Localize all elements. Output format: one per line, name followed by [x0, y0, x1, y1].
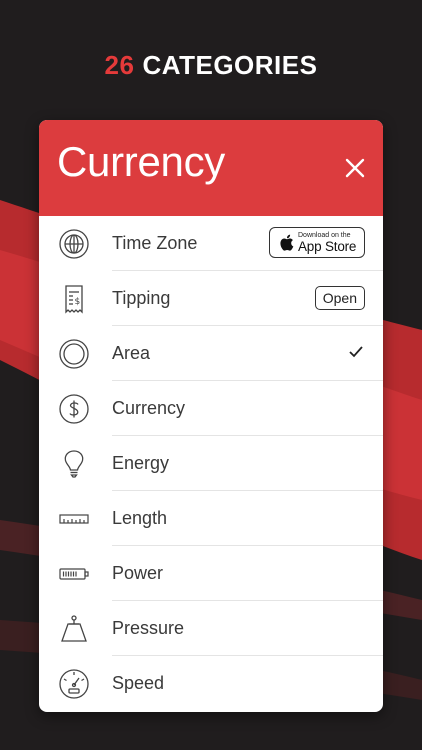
open-button[interactable]: Open — [314, 286, 365, 310]
card-title: Currency — [57, 138, 225, 185]
list-item-energy[interactable]: Energy — [39, 436, 383, 491]
row-label: Speed — [112, 673, 165, 693]
row-label: Time Zone — [112, 233, 198, 253]
checkmark-icon — [349, 346, 363, 358]
dollar-coin-icon — [58, 393, 90, 425]
list-item-area[interactable]: Area — [39, 326, 383, 381]
weight-icon — [58, 613, 90, 645]
card-header: Currency — [39, 120, 383, 216]
battery-icon — [58, 558, 90, 590]
row-label: Power — [112, 563, 164, 583]
close-icon[interactable] — [343, 156, 367, 180]
list-item-power[interactable]: Power — [39, 546, 383, 601]
category-count: 26 — [104, 50, 135, 80]
appstore-small-text: Download on the — [298, 231, 351, 239]
row-label: Pressure — [112, 618, 185, 638]
category-list: Time Zone Download on the App Store $ Ti… — [39, 216, 383, 711]
receipt-icon: $ — [58, 283, 90, 315]
list-item-currency[interactable]: Currency — [39, 381, 383, 436]
appstore-big-text: App Store — [298, 238, 357, 254]
headline-text: CATEGORIES — [142, 50, 318, 80]
svg-text:$: $ — [75, 297, 81, 307]
app-store-button[interactable]: Download on the App Store — [269, 227, 365, 258]
row-label: Energy — [112, 453, 170, 473]
speedometer-icon — [58, 668, 90, 700]
list-item-length[interactable]: Length — [39, 491, 383, 546]
row-label: Currency — [112, 398, 186, 418]
lightbulb-icon — [58, 448, 90, 480]
list-item-tipping[interactable]: $ Tipping Open — [39, 271, 383, 326]
row-label: Area — [112, 343, 151, 363]
list-item-time-zone[interactable]: Time Zone Download on the App Store — [39, 216, 383, 271]
promo-headline: 26 CATEGORIES — [0, 50, 422, 81]
list-item-speed[interactable]: Speed — [39, 656, 383, 711]
row-label: Length — [112, 508, 168, 528]
categories-card: Currency Time Zone Download on the App S… — [39, 120, 383, 712]
ruler-icon — [58, 503, 90, 535]
globe-icon — [58, 228, 90, 260]
apple-logo-icon — [280, 234, 294, 251]
area-circle-icon — [58, 338, 90, 370]
list-item-pressure[interactable]: Pressure — [39, 601, 383, 656]
row-label: Tipping — [112, 288, 171, 308]
